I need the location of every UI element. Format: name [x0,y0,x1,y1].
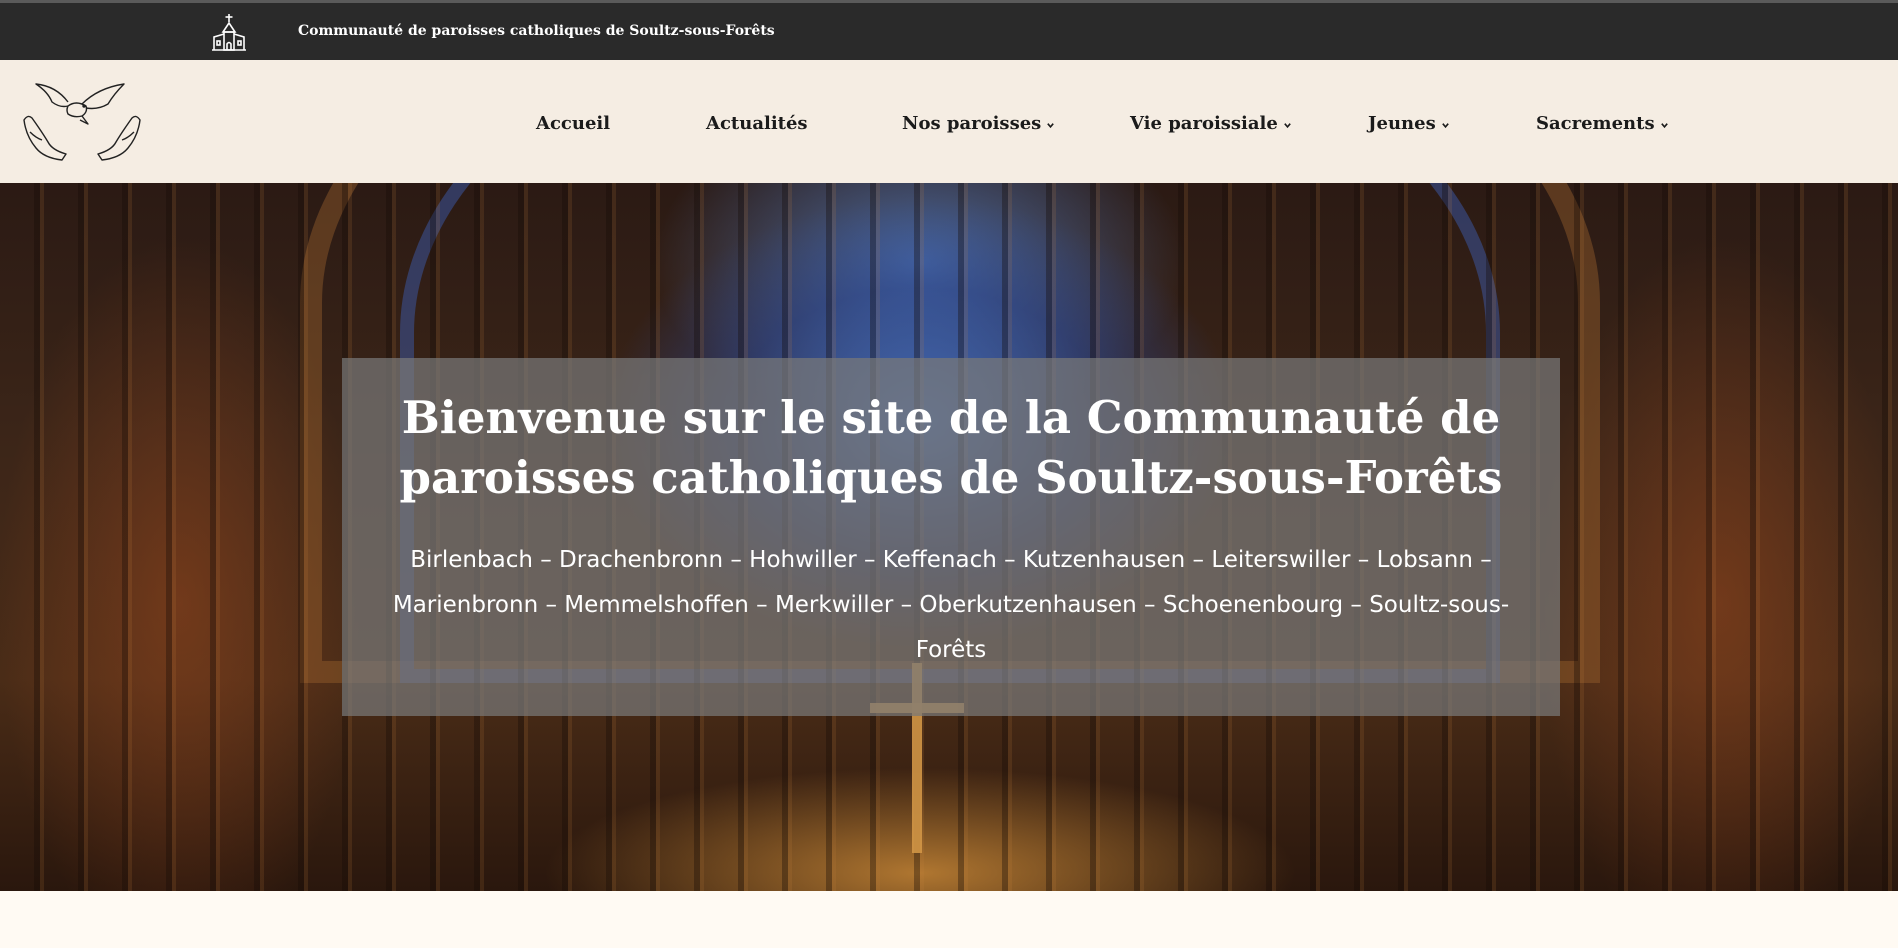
nav-vie-paroissiale[interactable]: Vie paroissiale [1130,113,1292,134]
nav-actualites[interactable]: Actualités [706,113,808,134]
main-navbar: Accueil Actualités Nos paroisses Vie par… [0,60,1898,183]
top-bar: Communauté de paroisses catholiques de S… [0,0,1898,60]
nav-label: Vie paroissiale [1130,113,1278,134]
chevron-down-icon [1441,122,1449,128]
hero-parish-list: Birlenbach – Drachenbronn – Hohwiller – … [392,547,1510,663]
nav-label: Accueil [536,113,611,134]
church-icon [212,14,246,51]
nav-label: Jeunes [1368,113,1436,134]
nav-jeunes[interactable]: Jeunes [1368,113,1450,134]
hero-overlay-box: Bienvenue sur le site de la Communauté d… [342,358,1560,716]
nav-label: Nos paroisses [902,113,1042,134]
nav-label: Actualités [706,113,808,134]
hero-title: Bienvenue sur le site de la Communauté d… [399,391,1503,504]
nav-label: Sacrements [1536,113,1655,134]
chevron-down-icon [1284,122,1291,128]
nav-sacrements[interactable]: Sacrements [1536,113,1669,134]
nav-accueil[interactable]: Accueil [536,113,610,134]
chevron-down-icon [1047,122,1055,128]
chevron-down-icon [1660,122,1668,128]
hero-banner: Bienvenue sur le site de la Communauté d… [0,183,1898,891]
primary-nav: Accueil Actualités Nos paroisses Vie par… [0,113,1898,143]
nav-nos-paroisses[interactable]: Nos paroisses [902,113,1055,134]
site-title[interactable]: Communauté de paroisses catholiques de S… [298,23,775,39]
